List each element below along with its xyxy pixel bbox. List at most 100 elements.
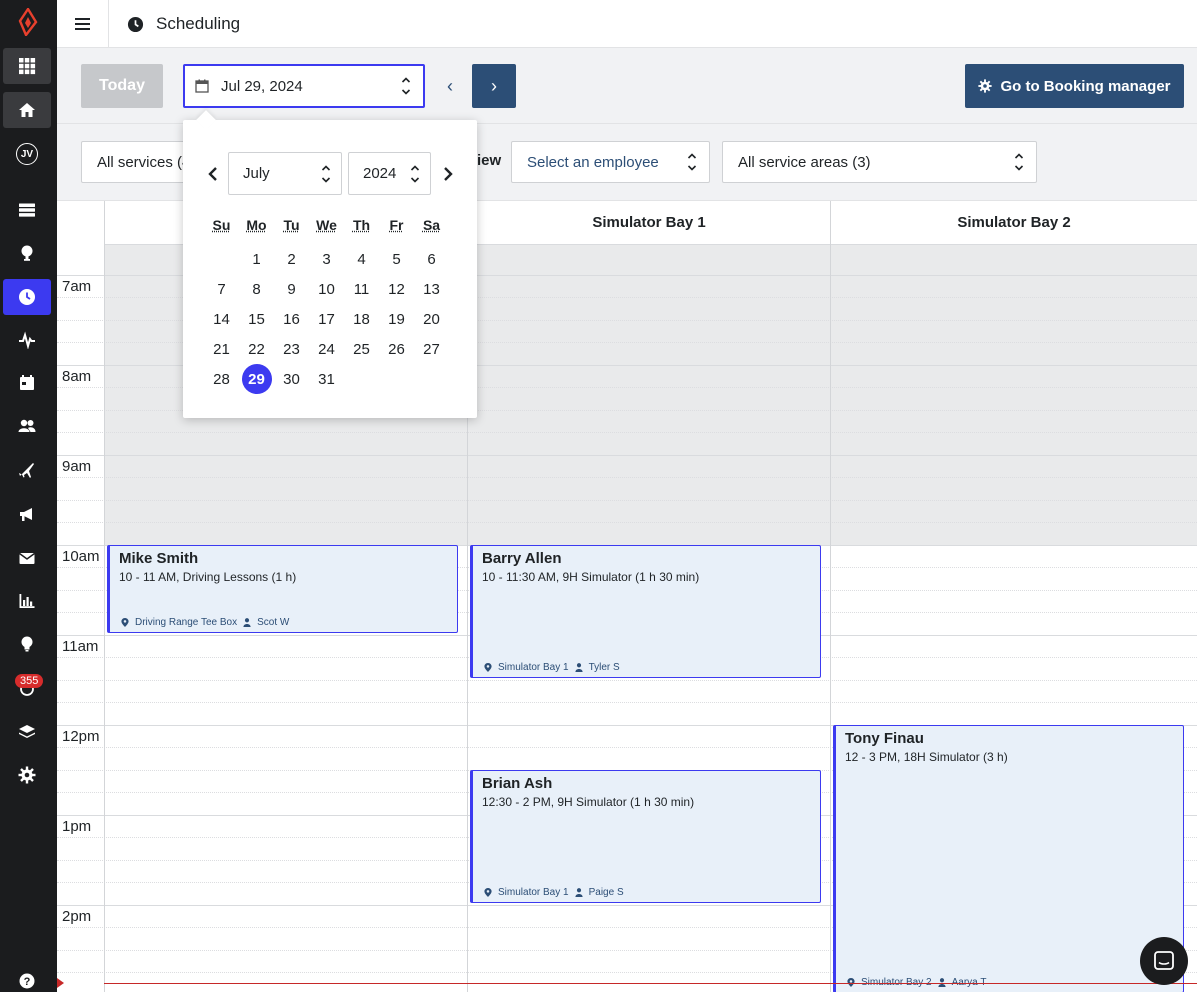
half-hour-line — [57, 477, 1197, 478]
calendar-day[interactable]: 12 — [379, 274, 414, 304]
calendar-day[interactable]: 5 — [379, 244, 414, 274]
calendar-day[interactable]: 25 — [344, 334, 379, 364]
sidebar-item-marketing[interactable] — [3, 496, 51, 532]
time-label: 9am — [62, 458, 92, 475]
calendar-day[interactable]: 24 — [309, 334, 344, 364]
calendar-day[interactable]: 4 — [344, 244, 379, 274]
current-time-marker — [57, 978, 64, 988]
today-button[interactable]: Today — [81, 64, 163, 108]
spinner-icon — [401, 77, 411, 95]
calendar-day-selected[interactable]: 29 — [239, 364, 274, 394]
calendar-day[interactable]: 31 — [309, 364, 344, 394]
calendar-day[interactable]: 15 — [239, 304, 274, 334]
layers-icon — [19, 725, 35, 738]
spinner-icon — [321, 165, 331, 183]
calendar-day[interactable]: 9 — [274, 274, 309, 304]
sidebar-item-home[interactable] — [3, 92, 51, 128]
calendar-day[interactable]: 3 — [309, 244, 344, 274]
sidebar-item-golf[interactable] — [3, 235, 51, 271]
appointment-staff: Scot W — [257, 617, 290, 628]
menu-toggle-button[interactable] — [57, 0, 109, 48]
calendar-day[interactable]: 21 — [204, 334, 239, 364]
sidebar-item-scheduling[interactable] — [3, 279, 51, 315]
sidebar-item-dashboard[interactable] — [3, 48, 51, 84]
appointment-detail: 12:30 - 2 PM, 9H Simulator (1 h 30 min) — [482, 795, 695, 809]
sidebar-item-travel[interactable] — [3, 452, 51, 488]
booking-manager-button[interactable]: Go to Booking manager — [965, 64, 1184, 108]
calendar-day[interactable]: 11 — [344, 274, 379, 304]
calendar-day[interactable]: 26 — [379, 334, 414, 364]
calendar-day[interactable]: 30 — [274, 364, 309, 394]
appointment-card[interactable]: Tony Finau 12 - 3 PM, 18H Simulator (3 h… — [833, 725, 1184, 992]
sidebar-item-calendar[interactable] — [3, 365, 51, 401]
calendar-day[interactable]: 14 — [204, 304, 239, 334]
golf-icon — [21, 245, 33, 261]
previous-month-button[interactable] — [203, 164, 223, 184]
hamburger-icon — [75, 23, 90, 25]
grid-icon — [19, 58, 36, 75]
calendar-day[interactable]: 27 — [414, 334, 449, 364]
mail-icon — [19, 552, 35, 564]
sidebar-item-settings[interactable] — [3, 757, 51, 793]
next-month-button[interactable] — [438, 164, 458, 184]
weekday-header: Sa — [422, 217, 441, 233]
calendar-day[interactable]: 8 — [239, 274, 274, 304]
calendar-day[interactable]: 23 — [274, 334, 309, 364]
calendar-day[interactable]: 10 — [309, 274, 344, 304]
person-icon — [574, 663, 583, 672]
time-label: 12pm — [62, 728, 100, 745]
calendar-day[interactable]: 1 — [239, 244, 274, 274]
sidebar-item-help[interactable]: ? — [3, 963, 51, 992]
chat-launcher-button[interactable] — [1140, 937, 1188, 985]
sidebar-item-layers[interactable] — [3, 714, 51, 750]
clock-icon — [19, 289, 35, 305]
calendar-day[interactable]: 19 — [379, 304, 414, 334]
calendar-day[interactable]: 22 — [239, 334, 274, 364]
calendar-day[interactable]: 16 — [274, 304, 309, 334]
calendar-day[interactable]: 2 — [274, 244, 309, 274]
gear-icon — [18, 766, 36, 784]
sidebar-item-customers[interactable] — [3, 408, 51, 444]
sidebar-item-ideas[interactable] — [3, 626, 51, 662]
appointment-card[interactable]: Barry Allen 10 - 11:30 AM, 9H Simulator … — [470, 545, 821, 678]
sidebar-item-lists[interactable] — [3, 192, 51, 228]
employee-select[interactable]: Select an employee — [511, 141, 710, 183]
sidebar-item-profile[interactable]: JV — [3, 136, 51, 172]
appointment-meta: Simulator Bay 1 Tyler S — [484, 662, 620, 673]
sidebar-item-reports[interactable] — [3, 583, 51, 619]
appointment-location: Simulator Bay 1 — [498, 662, 569, 673]
calendar-day[interactable]: 18 — [344, 304, 379, 334]
appointment-location: Simulator Bay 1 — [498, 887, 569, 898]
current-time-line — [104, 983, 1197, 984]
service-areas-select[interactable]: All service areas (3) — [722, 141, 1037, 183]
weekday-header: Mo — [246, 217, 267, 233]
date-toolbar: Today Jul 29, 2024 ‹ › Go to Booking man… — [57, 48, 1197, 124]
next-day-button[interactable]: › — [472, 64, 516, 108]
previous-day-button[interactable]: ‹ — [435, 64, 465, 108]
appointment-card[interactable]: Brian Ash 12:30 - 2 PM, 9H Simulator (1 … — [470, 770, 821, 903]
calendar-day[interactable]: 20 — [414, 304, 449, 334]
users-icon — [18, 419, 36, 432]
appointment-customer: Barry Allen — [482, 550, 562, 567]
calendar-day[interactable]: 28 — [204, 364, 239, 394]
services-select-value: All services (4 — [97, 153, 191, 171]
time-label: 7am — [62, 278, 92, 295]
appointment-card[interactable]: Mike Smith 10 - 11 AM, Driving Lessons (… — [107, 545, 458, 633]
notification-count-badge: 355 — [15, 674, 44, 688]
weekday-header: We — [316, 217, 337, 233]
calendar-day[interactable]: 6 — [414, 244, 449, 274]
sidebar-item-mail[interactable] — [3, 540, 51, 576]
weekday-header: Th — [352, 217, 371, 233]
time-label: 11am — [62, 638, 99, 655]
year-select[interactable]: 2024 — [348, 152, 431, 195]
calendar-day[interactable]: 13 — [414, 274, 449, 304]
sidebar-item-activity[interactable] — [3, 322, 51, 358]
calendar-day[interactable]: 17 — [309, 304, 344, 334]
column-header-simulator-bay-1: Simulator Bay 1 — [468, 201, 830, 245]
month-select[interactable]: July — [228, 152, 342, 195]
weekday-header: Tu — [283, 217, 300, 233]
date-field[interactable]: Jul 29, 2024 — [183, 64, 425, 108]
avatar: JV — [16, 143, 38, 165]
calendar-day[interactable]: 7 — [204, 274, 239, 304]
list-icon — [19, 203, 35, 217]
